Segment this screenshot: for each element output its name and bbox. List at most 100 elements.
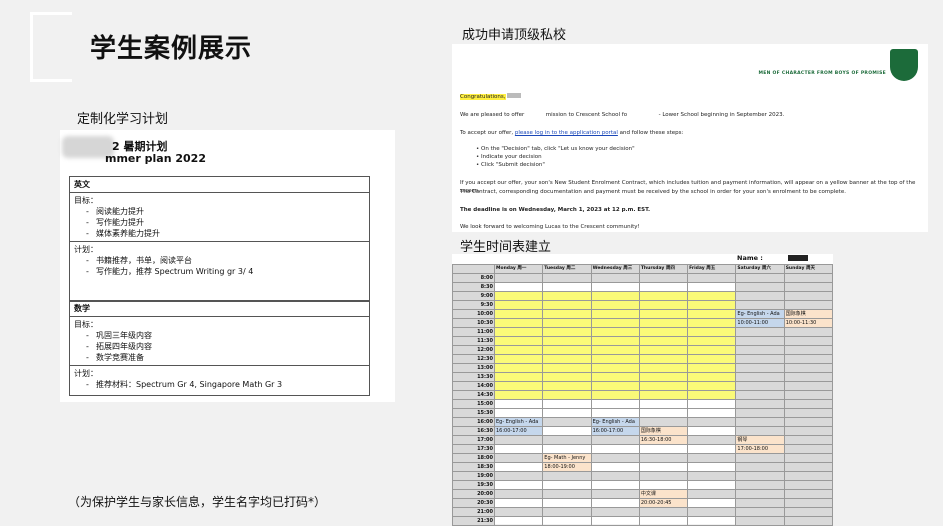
deadline-text: The deadline is on Wednesday, March 1, 2… [460, 207, 651, 213]
timetable-cell [687, 489, 737, 499]
time-slot: 17:00 [452, 435, 495, 445]
timetable-cell [590, 381, 640, 391]
timetable-cell [735, 462, 785, 472]
timetable-cell [493, 372, 544, 382]
timetable-cell [783, 363, 834, 373]
timetable-cell [493, 444, 544, 454]
math-goal: 数学竞赛准备 [74, 352, 365, 363]
timetable-cell [590, 516, 640, 526]
time-slot: 12:30 [452, 354, 495, 364]
timetable-cell [638, 300, 689, 310]
english-goal-label: 目标： [74, 196, 98, 205]
timetable-cell [783, 345, 834, 355]
english-goal: 阅读能力提升 [74, 206, 365, 217]
timetable-cell [638, 444, 689, 454]
timetable-cell: Eg- Math - Jenny [542, 453, 592, 463]
decor-bracket [30, 12, 72, 82]
time-slot: 15:00 [452, 399, 495, 409]
timetable-cell [590, 309, 640, 319]
timetable-cell [542, 291, 592, 301]
time-slot: 13:30 [452, 372, 495, 382]
timetable-cell [542, 516, 592, 526]
timetable-cell [493, 480, 544, 490]
timetable-cell [735, 336, 785, 346]
timetable-cell [638, 273, 689, 283]
timetable-cell [493, 453, 544, 463]
timetable-cell [735, 363, 785, 373]
timetable-cell [590, 435, 640, 445]
timetable-cell [638, 507, 689, 517]
timetable-cell [638, 327, 689, 337]
day-header: Wednesday 周三 [590, 264, 640, 274]
timetable-cell [783, 300, 834, 310]
timetable-cell: 16:30-18:00 [638, 435, 689, 445]
timetable-cell [735, 471, 785, 481]
offer-text-b: mission to Crescent School fo [545, 112, 628, 118]
timetable-cell [783, 435, 834, 445]
timetable-cell [687, 480, 737, 490]
timetable-cell [783, 471, 834, 481]
time-slot: 8:00 [452, 273, 495, 283]
timetable-cell [735, 426, 785, 436]
timetable-cell [783, 399, 834, 409]
timetable-cell [542, 354, 592, 364]
time-slot: 9:00 [452, 291, 495, 301]
english-plan: 写作能力，推荐 Spectrum Writing gr 3/ 4 [74, 266, 365, 277]
english-plan-label: 计划： [74, 245, 98, 254]
timetable-cell [493, 408, 544, 418]
timetable-cell [542, 417, 592, 427]
day-header: Saturday 周六 [735, 264, 785, 274]
timetable-cell [542, 300, 592, 310]
time-slot: 10:00 [452, 309, 495, 319]
timetable-cell [783, 480, 834, 490]
timetable-cell [735, 453, 785, 463]
timetable-cell [590, 273, 640, 283]
timetable-cell [590, 408, 640, 418]
timetable-cell [493, 291, 544, 301]
timetable-cell [783, 507, 834, 517]
timetable-cell [542, 426, 592, 436]
timetable-cell [735, 345, 785, 355]
timetable-cell [590, 372, 640, 382]
timetable-cell [735, 381, 785, 391]
timetable-cell [687, 399, 737, 409]
timetable-cell [638, 345, 689, 355]
time-slot: 19:00 [452, 471, 495, 481]
timetable-cell: 16:00-17:00 [493, 426, 544, 436]
timetable-cell [687, 309, 737, 319]
timetable-cell [590, 291, 640, 301]
timetable-cell: 18:00-19:00 [542, 462, 592, 472]
time-slot: 18:30 [452, 462, 495, 472]
timetable-cell [735, 372, 785, 382]
timetable-cell [542, 435, 592, 445]
timetable-cell [783, 327, 834, 337]
redaction-blur [507, 93, 522, 98]
english-goal: 媒体素养能力提升 [74, 228, 365, 239]
time-slot: 12:00 [452, 345, 495, 355]
timetable-cell [735, 354, 785, 364]
timetable-cell [542, 381, 592, 391]
application-portal-link[interactable]: please log in to the application portal [515, 130, 618, 136]
plan-title-line2: mmer plan 2022 [105, 152, 206, 165]
timetable-cell [542, 282, 592, 292]
accept-text-end: and follow these steps: [617, 130, 684, 136]
timetable-cell [783, 390, 834, 400]
timetable-cell [493, 318, 544, 328]
timetable-cell [493, 381, 544, 391]
timetable-cell: 16:00-17:00 [590, 426, 640, 436]
timetable-cell [735, 327, 785, 337]
timetable-cell [687, 336, 737, 346]
timetable-cell: 17:00-18:00 [735, 444, 785, 454]
timetable-cell [783, 498, 834, 508]
timetable-cell [542, 336, 592, 346]
timetable-cell [638, 516, 689, 526]
timetable-cell [493, 309, 544, 319]
timetable-cell: 10:00-11:30 [783, 318, 834, 328]
timetable-cell [590, 354, 640, 364]
timetable-cell [735, 516, 785, 526]
timetable-cell [542, 363, 592, 373]
timetable-cell [638, 381, 689, 391]
timetable-cell [590, 471, 640, 481]
timetable-cell: 20:00-20:45 [638, 498, 689, 508]
timetable-cell [783, 462, 834, 472]
